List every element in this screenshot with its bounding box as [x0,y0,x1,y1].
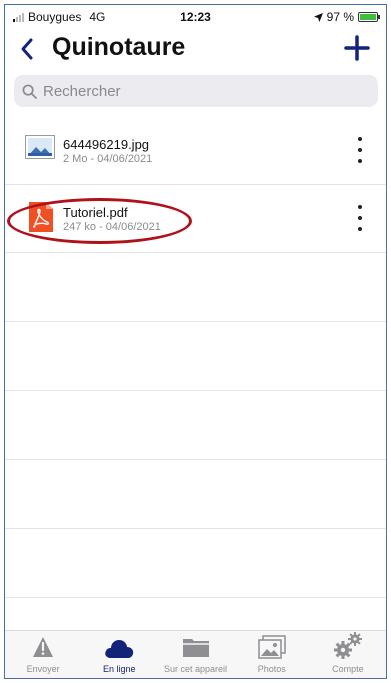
file-row-pdf[interactable]: Tutoriel.pdf 247 ko - 04/06/2021 [5,185,386,253]
file-row-jpg[interactable]: 644496219.jpg 2 Mo - 04/06/2021 [5,117,386,185]
more-options-icon[interactable] [354,205,366,231]
tab-label: En ligne [103,664,136,674]
file-name: Tutoriel.pdf [63,205,128,220]
image-file-icon [25,135,55,159]
file-name: 644496219.jpg [63,137,150,152]
status-bar: Bouygues 4G 12:23 97 % [5,5,386,27]
cloud-icon [105,640,134,658]
battery-icon [358,12,380,22]
app-frame: Bouygues 4G 12:23 97 % Quinotaure Recher… [4,4,387,679]
more-options-icon[interactable] [354,137,366,163]
battery-percent: 97 % [326,10,354,24]
tab-envoyer[interactable]: Envoyer [5,631,81,678]
tab-en-ligne[interactable]: En ligne [81,631,157,678]
empty-row [5,322,386,391]
photos-icon [257,635,286,659]
tab-label: Photos [257,664,286,674]
empty-row [5,253,386,322]
gears-icon [333,632,362,659]
search-bar[interactable] [14,75,378,107]
tab-sur-cet-appareil[interactable]: Sur cet appareil [157,631,233,678]
tab-photos[interactable]: Photos [234,631,310,678]
search-icon [22,84,37,99]
plus-icon[interactable] [342,33,372,63]
tab-label: Sur cet appareil [163,664,228,674]
file-meta: 2 Mo - 04/06/2021 [63,153,153,165]
file-list: 644496219.jpg 2 Mo - 04/06/2021 Tutoriel… [5,117,386,667]
empty-row [5,529,386,598]
empty-row [5,391,386,460]
folder-icon [182,639,209,657]
tab-bar: Envoyer En ligne Sur cet appareil Photos [5,630,386,678]
chevron-left-icon[interactable] [15,35,39,63]
search-input[interactable] [43,82,343,100]
location-icon [313,12,323,22]
page-title: Quinotaure [52,33,186,61]
tab-label: Compte [332,664,364,674]
tab-label: Envoyer [26,664,60,674]
nav-header: Quinotaure [5,29,386,73]
warning-triangle-icon [33,637,54,657]
pdf-file-icon [29,202,53,232]
empty-row [5,460,386,529]
file-meta: 247 ko - 04/06/2021 [63,221,161,233]
tab-compte[interactable]: Compte [310,631,386,678]
